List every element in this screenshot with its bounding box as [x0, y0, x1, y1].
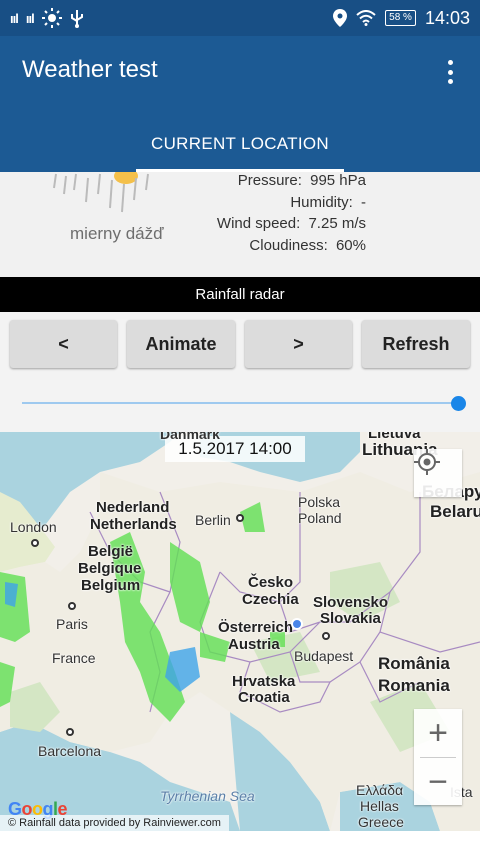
overflow-menu-icon[interactable] — [438, 58, 462, 86]
map-label: Ελλάδα — [356, 782, 404, 798]
status-time: 14:03 — [424, 7, 470, 28]
stat-label: Wind speed: — [216, 215, 301, 232]
stat-value: 995 hPa — [310, 172, 366, 189]
map-label: Danmark — [160, 432, 220, 442]
map-label: Barcelona — [38, 743, 102, 759]
map-label: România — [378, 654, 450, 673]
map-label: Austria — [228, 636, 280, 653]
prev-frame-button[interactable]: < — [10, 320, 117, 368]
map-label: London — [10, 519, 57, 535]
map-label: Česko — [248, 574, 294, 591]
map-label: France — [52, 650, 96, 666]
app-bar: Weather test CURRENT LOCATION — [0, 36, 480, 172]
stat-value: - — [361, 194, 366, 211]
status-right: 58 % 14:03 — [333, 8, 470, 29]
map-label: Belaru — [430, 502, 480, 521]
stat-value: 7.25 m/s — [308, 215, 366, 232]
app-title: Weather test — [22, 56, 158, 83]
city-dot-budapest — [322, 632, 330, 640]
map-label: Budapest — [294, 648, 354, 664]
animate-button[interactable]: Animate — [127, 320, 235, 368]
map-label: Greece — [358, 814, 404, 830]
map-label: Netherlands — [90, 516, 177, 533]
zoom-out-button[interactable]: − — [414, 758, 462, 806]
stat-label: Pressure: — [237, 172, 302, 189]
radar-header: Rainfall radar — [0, 277, 480, 312]
map-label: Hellas — [360, 798, 399, 814]
map-label: Slovensko — [313, 594, 389, 611]
map-label: Romania — [378, 676, 450, 695]
city-dot-london — [31, 539, 39, 547]
current-location-dot — [291, 618, 303, 630]
map-label: Slovakia — [320, 610, 381, 627]
map-label: Paris — [56, 616, 88, 632]
stat-label: Cloudiness: — [249, 237, 328, 254]
frame-slider-track[interactable] — [22, 402, 458, 404]
status-left: ııl ııl — [10, 8, 84, 28]
city-dot-paris — [68, 602, 76, 610]
battery-icon: 58 % — [385, 10, 416, 26]
refresh-button[interactable]: Refresh — [362, 320, 470, 368]
next-frame-button[interactable]: > — [245, 320, 352, 368]
map-label: Croatia — [238, 689, 290, 706]
map-attribution: © Rainfall data provided by Rainviewer.c… — [0, 815, 229, 831]
frame-slider-thumb[interactable] — [451, 396, 466, 411]
signal-icon-2: ııl — [25, 10, 35, 26]
my-location-button[interactable] — [414, 449, 462, 497]
map-label: Belgium — [81, 577, 141, 594]
map-label: Berlin — [195, 512, 231, 528]
map-label: Belgique — [78, 560, 142, 577]
bottom-strip — [0, 831, 480, 853]
location-icon — [333, 9, 348, 27]
stat-wind-speed: Wind speed: 7.25 m/s — [217, 215, 366, 232]
stat-label: Humidity: — [290, 194, 353, 211]
map-label: Hrvatska — [232, 673, 296, 690]
map-label: Nederland — [96, 499, 170, 516]
map-label: België — [88, 543, 134, 560]
status-bar: ııl ııl 58 % 14:03 — [0, 0, 480, 36]
tab-current-location[interactable]: CURRENT LOCATION — [136, 116, 344, 172]
crosshair-icon — [414, 449, 440, 475]
map-label: Österreich — [218, 619, 294, 636]
map-label: Polska — [298, 494, 341, 510]
stat-humidity: Humidity: - — [290, 194, 366, 211]
map-label: Czechia — [242, 591, 299, 608]
stat-pressure: Pressure: 995 hPa — [238, 172, 366, 189]
weather-description: mierny dážď — [70, 224, 164, 243]
zoom-in-button[interactable]: + — [414, 709, 462, 757]
stat-value: 60% — [335, 237, 366, 254]
city-dot-berlin — [236, 514, 244, 522]
zoom-controls: + − — [414, 709, 462, 805]
radar-controls: < Animate > Refresh — [0, 312, 480, 432]
map-label: Poland — [298, 510, 342, 526]
usb-icon — [70, 10, 83, 28]
map-label: Tyrrhenian Sea — [160, 788, 255, 804]
radar-map[interactable]: 1.5.2017 14:00 Danmark Lietuva Lithuania… — [0, 432, 480, 831]
stat-cloudiness: Cloudiness: 60% — [249, 237, 366, 254]
weather-card: mierny dážď Pressure: 995 hPa Humidity: … — [0, 172, 480, 277]
brightness-icon — [41, 8, 62, 28]
signal-icon: ııl — [10, 10, 19, 26]
wifi-icon — [356, 10, 376, 26]
city-dot-barcelona — [66, 728, 74, 736]
rain-cloud-icon — [53, 172, 149, 213]
